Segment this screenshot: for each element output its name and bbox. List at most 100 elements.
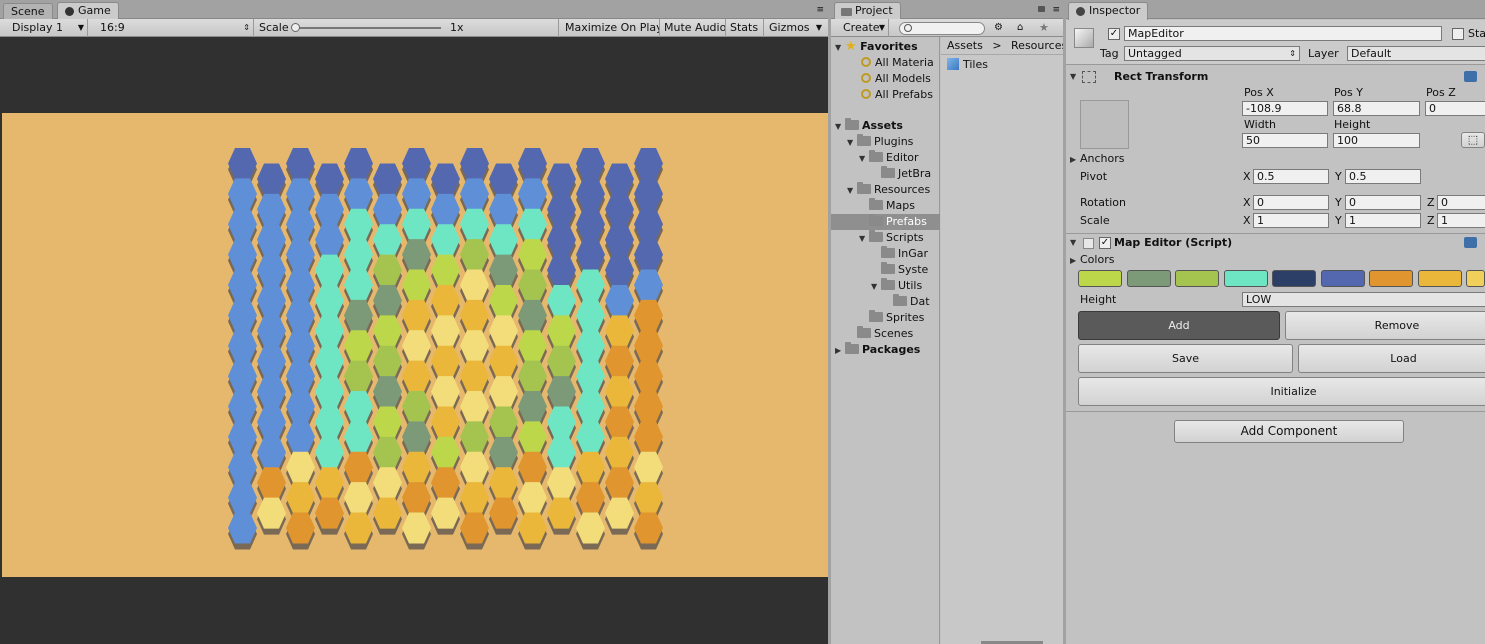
star-icon[interactable]: ★ bbox=[1039, 21, 1053, 34]
panel-menu-icon[interactable]: ≡ bbox=[816, 5, 824, 15]
tag-icon[interactable]: ⌂ bbox=[1017, 22, 1031, 34]
filter-type-icon[interactable]: ⚙ bbox=[994, 22, 1008, 34]
tree-folder-item[interactable]: ▼ Scripts bbox=[859, 230, 924, 246]
color-swatch[interactable] bbox=[1223, 270, 1268, 287]
load-button[interactable]: Load bbox=[1298, 344, 1485, 373]
search-icon bbox=[861, 89, 871, 99]
component-enabled-checkbox[interactable]: ✓ bbox=[1099, 237, 1111, 249]
save-button[interactable]: Save bbox=[1078, 344, 1293, 373]
color-swatch[interactable] bbox=[1369, 270, 1413, 287]
tree-folder-item[interactable]: JetBra bbox=[871, 166, 931, 182]
static-checkbox[interactable] bbox=[1452, 28, 1464, 40]
gizmos-dropdown[interactable]: Gizmos ▼ bbox=[765, 19, 825, 37]
color-swatch[interactable] bbox=[1175, 270, 1219, 287]
expand-arrow-icon[interactable]: ▼ bbox=[859, 231, 869, 247]
tree-packages[interactable]: ▶ Packages bbox=[835, 342, 920, 358]
rotation-z-field[interactable]: 0 bbox=[1437, 195, 1485, 210]
tab-project[interactable]: Project bbox=[834, 2, 901, 20]
lock-icon[interactable] bbox=[1038, 6, 1045, 12]
remove-button[interactable]: Remove bbox=[1285, 311, 1485, 340]
expand-arrow-icon[interactable]: ▼ bbox=[835, 40, 845, 56]
tree-folder-item[interactable]: Dat bbox=[883, 294, 930, 310]
tree-favorites[interactable]: ▼ ★ Favorites bbox=[835, 39, 918, 55]
rotation-y-field[interactable]: 0 bbox=[1345, 195, 1421, 210]
help-icon[interactable] bbox=[1464, 237, 1477, 248]
asset-tiles[interactable]: Tiles bbox=[947, 57, 988, 73]
pivot-y-field[interactable]: 0.5 bbox=[1345, 169, 1421, 184]
blueprint-mode-button[interactable]: ⬚ bbox=[1461, 132, 1485, 148]
help-icon[interactable] bbox=[1464, 71, 1477, 82]
tree-folder-item[interactable]: InGar bbox=[871, 246, 928, 262]
add-component-button[interactable]: Add Component bbox=[1174, 420, 1404, 443]
scale-z-field[interactable]: 1 bbox=[1437, 213, 1485, 228]
height-field[interactable]: 100 bbox=[1333, 133, 1420, 148]
breadcrumb-item[interactable]: Resources bbox=[1011, 39, 1063, 52]
expand-arrow-icon[interactable]: ▼ bbox=[835, 119, 845, 135]
anchors-foldout[interactable]: ▶ Anchors bbox=[1070, 152, 1125, 165]
display-dropdown[interactable]: Display 1 ▼ bbox=[0, 19, 88, 37]
maximize-on-play-toggle[interactable]: Maximize On Play bbox=[561, 19, 660, 37]
create-dropdown[interactable]: Create ▼ bbox=[831, 19, 889, 37]
scale-slider-track[interactable] bbox=[293, 27, 441, 29]
active-checkbox[interactable]: ✓ bbox=[1108, 28, 1120, 40]
folder-label: Sprites bbox=[886, 311, 925, 324]
tree-folder-item[interactable]: ▼ Editor bbox=[859, 150, 919, 166]
expand-arrow-icon[interactable]: ▶ bbox=[1070, 155, 1080, 164]
favorite-all-prefabs[interactable]: All Prefabs bbox=[861, 87, 933, 103]
tab-inspector[interactable]: Inspector bbox=[1068, 2, 1149, 20]
stats-toggle[interactable]: Stats bbox=[726, 19, 764, 37]
aspect-dropdown[interactable]: 16:9 ⇕ bbox=[92, 19, 254, 37]
tree-folder-item[interactable]: Sprites bbox=[859, 310, 924, 326]
pos-z-field[interactable]: 0 bbox=[1425, 101, 1485, 116]
tree-assets[interactable]: ▼ Assets bbox=[835, 118, 903, 134]
tree-folder-item[interactable]: ▼ Resources bbox=[847, 182, 930, 198]
tree-folder-item[interactable]: ▼ Utils bbox=[871, 278, 922, 294]
expand-arrow-icon[interactable]: ▼ bbox=[847, 183, 857, 199]
color-swatch[interactable] bbox=[1078, 270, 1122, 287]
project-search-input[interactable] bbox=[899, 22, 985, 35]
game-view[interactable] bbox=[2, 113, 828, 577]
tree-folder-item[interactable]: Syste bbox=[871, 262, 928, 278]
tree-folder-item[interactable]: Scenes bbox=[847, 326, 913, 342]
expand-arrow-icon[interactable]: ▼ bbox=[847, 135, 857, 151]
colors-foldout[interactable]: ▶ Colors bbox=[1070, 253, 1114, 266]
scale-slider-thumb[interactable] bbox=[291, 23, 300, 32]
tab-scene[interactable]: Scene bbox=[3, 3, 53, 19]
height-dropdown[interactable]: LOW bbox=[1242, 292, 1485, 307]
scale-x-field[interactable]: 1 bbox=[1253, 213, 1329, 228]
expand-arrow-icon[interactable]: ▼ bbox=[871, 279, 881, 295]
expand-arrow-icon[interactable]: ▼ bbox=[1070, 234, 1080, 252]
tree-folder-item[interactable]: Prefabs bbox=[831, 214, 940, 230]
tree-folder-item[interactable]: ▼ Plugins bbox=[847, 134, 913, 150]
layer-dropdown[interactable]: Default bbox=[1347, 46, 1485, 61]
map-editor-header[interactable]: ▼ ✓ Map Editor (Script) bbox=[1066, 234, 1485, 252]
mute-audio-toggle[interactable]: Mute Audio bbox=[660, 19, 726, 37]
rotation-x-field[interactable]: 0 bbox=[1253, 195, 1329, 210]
favorite-all-models[interactable]: All Models bbox=[861, 71, 931, 87]
expand-arrow-icon[interactable]: ▼ bbox=[859, 151, 869, 167]
color-swatch[interactable] bbox=[1417, 270, 1462, 287]
expand-arrow-icon[interactable]: ▶ bbox=[1070, 256, 1080, 265]
tab-game[interactable]: Game bbox=[57, 2, 119, 20]
pos-y-field[interactable]: 68.8 bbox=[1333, 101, 1420, 116]
color-swatch[interactable] bbox=[1126, 270, 1171, 287]
favorite-all-materials[interactable]: All Materia bbox=[861, 55, 934, 71]
expand-arrow-icon[interactable]: ▼ bbox=[1070, 68, 1080, 86]
tag-dropdown[interactable]: Untagged ⇕ bbox=[1124, 46, 1300, 61]
object-name-input[interactable]: MapEditor bbox=[1124, 26, 1442, 41]
color-swatch[interactable] bbox=[1320, 270, 1365, 287]
breadcrumb-item[interactable]: Assets bbox=[947, 39, 983, 52]
add-button[interactable]: Add bbox=[1078, 311, 1280, 340]
anchor-preset-box[interactable] bbox=[1080, 100, 1129, 149]
pivot-x-field[interactable]: 0.5 bbox=[1253, 169, 1329, 184]
color-swatch[interactable] bbox=[1466, 270, 1485, 287]
panel-menu-icon[interactable]: ≡ bbox=[1052, 5, 1060, 15]
rect-transform-header[interactable]: ▼ Rect Transform bbox=[1066, 68, 1485, 86]
scale-y-field[interactable]: 1 bbox=[1345, 213, 1421, 228]
color-swatch[interactable] bbox=[1272, 270, 1316, 287]
tree-folder-item[interactable]: Maps bbox=[859, 198, 915, 214]
initialize-button[interactable]: Initialize bbox=[1078, 377, 1485, 406]
pos-x-field[interactable]: -108.9 bbox=[1242, 101, 1328, 116]
expand-arrow-icon[interactable]: ▶ bbox=[835, 343, 845, 359]
width-field[interactable]: 50 bbox=[1242, 133, 1328, 148]
